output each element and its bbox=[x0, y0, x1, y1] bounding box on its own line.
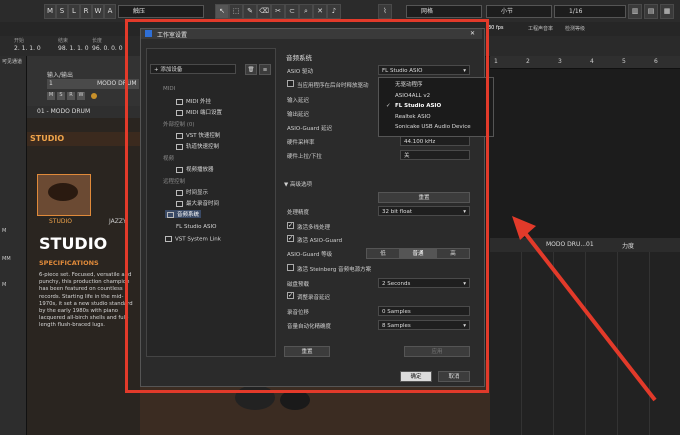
end-value[interactable]: 98. 1. 1. 0 bbox=[58, 45, 89, 52]
editor-param-select[interactable]: 力度 bbox=[622, 241, 634, 250]
start-label: 开始 bbox=[14, 38, 25, 44]
end-label: 结束 bbox=[58, 38, 69, 44]
speaker-icon[interactable]: ♪ bbox=[327, 4, 341, 19]
read-toggle[interactable]: R bbox=[67, 92, 75, 100]
drum-kit-icon bbox=[48, 183, 78, 201]
visibility-item[interactable]: MM bbox=[2, 256, 11, 262]
visibility-title: 可见通道 bbox=[2, 59, 23, 65]
visibility-panel: 可见通道 M MM M bbox=[0, 56, 27, 435]
pencil-tool-icon[interactable]: ✎ bbox=[243, 4, 257, 19]
snap-type-select[interactable]: 网格 bbox=[406, 5, 482, 18]
visibility-item[interactable]: M bbox=[2, 282, 6, 288]
range-tool-icon[interactable]: ⬚ bbox=[229, 4, 243, 19]
project-setup-label[interactable]: 工程声音率 bbox=[528, 25, 553, 32]
split-tool-icon[interactable]: ✂ bbox=[271, 4, 285, 19]
meter-label[interactable]: 检测等级 bbox=[565, 25, 585, 32]
ruler-mark: 1 bbox=[494, 58, 498, 65]
solo-button[interactable]: S bbox=[56, 4, 68, 19]
zoom-tool-icon[interactable]: ⌕ bbox=[299, 4, 313, 19]
erase-tool-icon[interactable]: ⌫ bbox=[257, 4, 271, 19]
pointer-tool-icon[interactable]: ↖ bbox=[215, 4, 229, 19]
snap-toggle-icon[interactable]: ⌇ bbox=[378, 4, 392, 19]
grid-select[interactable]: 小节 bbox=[486, 5, 552, 18]
io-label: 输入/输出 bbox=[47, 72, 74, 79]
plugin-brand: STUDIO bbox=[30, 134, 65, 143]
drum-icon bbox=[280, 390, 310, 410]
mute-button[interactable]: M bbox=[44, 4, 56, 19]
plugin-instance-name: 01 - MODO DRUM bbox=[37, 108, 91, 115]
glue-tool-icon[interactable]: ⊂ bbox=[285, 4, 299, 19]
kit-studio-card[interactable] bbox=[37, 174, 91, 216]
kit-jazzy-label[interactable]: JAZZY bbox=[109, 218, 127, 225]
kit-studio-label[interactable]: STUDIO bbox=[49, 218, 72, 225]
visibility-item[interactable]: M bbox=[2, 228, 6, 234]
panel-right-icon[interactable]: ▦ bbox=[660, 4, 674, 19]
read-button[interactable]: R bbox=[80, 4, 92, 19]
editor-track-select[interactable]: MODO DRU...01 bbox=[546, 241, 594, 248]
ruler-mark: 6 bbox=[654, 58, 658, 65]
mute-tool-icon[interactable]: ✕ bbox=[313, 4, 327, 19]
listen-button[interactable]: L bbox=[68, 4, 80, 19]
touch-mode-select[interactable]: 触压 bbox=[118, 5, 204, 18]
ruler-mark: 4 bbox=[590, 58, 594, 65]
fps-label: 30 fps bbox=[488, 25, 504, 31]
ruler-mark: 3 bbox=[558, 58, 562, 65]
ruler-mark: 5 bbox=[622, 58, 626, 65]
editor-track-row: MODO DRU...01 力度 bbox=[490, 238, 680, 252]
mute-toggle[interactable]: M bbox=[47, 92, 55, 100]
length-label: 长度 bbox=[92, 38, 103, 44]
kit-heading: STUDIO bbox=[39, 234, 108, 253]
write-button[interactable]: W bbox=[92, 4, 104, 19]
ruler-mark: 2 bbox=[526, 58, 530, 65]
kit-specs-heading: SPECIFICATIONS bbox=[39, 259, 99, 267]
quantize-select[interactable]: 1/16 bbox=[554, 5, 626, 18]
timeline-ruler[interactable]: 1 2 3 4 5 6 bbox=[490, 56, 680, 69]
plugin-window: 01 - MODO DRUM STUDIO STUDIO JAZZY STUDI… bbox=[27, 106, 140, 435]
track-list: 输入/输出 1 MODO DRUM M S R W bbox=[27, 56, 140, 106]
note-grid[interactable] bbox=[490, 252, 680, 435]
auto-button[interactable]: A bbox=[104, 4, 116, 19]
write-toggle[interactable]: W bbox=[77, 92, 85, 100]
panel-left-icon[interactable]: ▥ bbox=[628, 4, 642, 19]
solo-toggle[interactable]: S bbox=[57, 92, 65, 100]
length-value[interactable]: 96. 0. 0. 0 bbox=[92, 45, 123, 52]
kit-description: 6-piece set. Focused, versatile and punc… bbox=[39, 272, 133, 329]
highlight-box bbox=[125, 19, 489, 393]
track-number: 1 bbox=[49, 80, 53, 87]
record-icon[interactable] bbox=[91, 93, 97, 99]
panel-bottom-icon[interactable]: ▤ bbox=[644, 4, 658, 19]
start-value[interactable]: 2. 1. 1. 0 bbox=[14, 45, 41, 52]
